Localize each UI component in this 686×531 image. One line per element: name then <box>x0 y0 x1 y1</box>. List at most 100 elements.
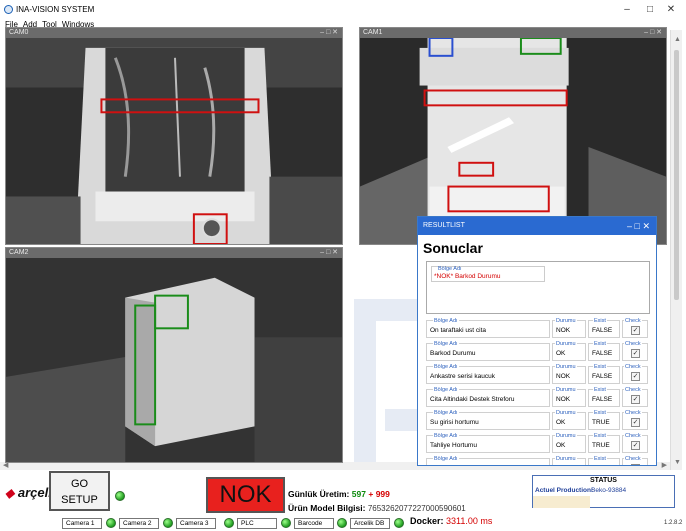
result-row[interactable]: Bölge Adı Su girisi hortumu Durumu OK Exist T… <box>426 409 650 432</box>
state-value: NOK <box>556 373 571 380</box>
app-icon <box>4 5 13 14</box>
result-exist-field: Exist FALSE <box>588 387 620 407</box>
check-checkbox[interactable]: ✓ <box>631 349 640 358</box>
result-check-field: Check ✓ <box>622 433 648 453</box>
result-region-field: Bölge Adı Tahliye Hortumu <box>426 433 550 453</box>
camera-window-cam2[interactable]: CAM2 – □ ✕ <box>5 247 343 463</box>
status-title: STATUS <box>590 477 617 484</box>
cam1-title: CAM1 <box>360 28 666 38</box>
result-state-field: Durumu NOK <box>552 364 586 384</box>
check-caption: Check <box>624 433 642 439</box>
exist-value: TRUE <box>592 442 610 449</box>
exist-caption: Exist <box>593 341 607 347</box>
scroll-right-icon[interactable]: ▶ <box>662 461 667 469</box>
state-value: NOK <box>556 396 571 403</box>
arcelik-db-status-led-icon <box>394 518 404 528</box>
region-value: Su girisi hortumu <box>430 419 479 426</box>
result-region-field: Bölge Adı Ankastre serisi kaucuk <box>426 364 550 384</box>
region-value: On taraftaki ust cita <box>430 327 486 334</box>
daily-nok-count: 999 <box>375 489 390 499</box>
scroll-thumb[interactable] <box>674 50 679 300</box>
status-bar-fill <box>533 496 590 508</box>
result-state-field: Durumu OK <box>552 410 586 430</box>
result-check-field: Check ✓ <box>622 318 648 338</box>
result-check-field: Check ✓ <box>622 387 648 407</box>
state-value: NOK <box>556 327 571 334</box>
cam1-window-controls[interactable]: – □ ✕ <box>644 28 662 38</box>
state-value: OK <box>556 350 566 357</box>
region-caption: Bölge Adı <box>433 410 459 416</box>
region-caption: Bölge Adı <box>433 341 459 347</box>
check-checkbox[interactable]: ✓ <box>631 441 640 450</box>
result-row[interactable]: Bölge Adı Tahliye Hortumu Durumu OK Exist TRU… <box>426 432 650 455</box>
docker-value: 3311.00 ms <box>446 516 493 526</box>
version-label: 1.2.8.2 <box>664 520 683 526</box>
check-caption: Check <box>624 364 642 370</box>
result-row[interactable]: Bölge AdıArka taraftaki ust citaDurumuNO… <box>426 455 650 465</box>
result-list-window[interactable]: RESULTLIST – □ ✕ Sonuclar Bölge Adı *NOK… <box>417 216 657 466</box>
selected-result-value: *NOK* Barkod Durumu <box>434 273 501 280</box>
state-caption: Durumu <box>555 364 577 370</box>
arcelik-mark-icon: ◆ <box>5 486 15 500</box>
selected-result-panel: Bölge Adı *NOK* Barkod Durumu <box>426 261 650 314</box>
state-caption: Durumu <box>555 410 577 416</box>
workspace-vertical-scrollbar[interactable]: ▲ ▼ <box>670 30 682 470</box>
check-caption: Check <box>624 387 642 393</box>
check-checkbox[interactable]: ✓ <box>631 326 640 335</box>
exist-value: FALSE <box>592 350 613 357</box>
setup-label: SETUP <box>61 494 98 506</box>
scroll-down-icon[interactable]: ▼ <box>674 459 681 466</box>
result-row[interactable]: Bölge Adı Ankastre serisi kaucuk Durumu NOK… <box>426 363 650 386</box>
result-check-field: Check ✓ <box>622 410 648 430</box>
go-status-led-icon <box>115 491 125 501</box>
state-caption: Durumu <box>555 387 577 393</box>
result-row[interactable]: Bölge Adı Barkod Durumu Durumu OK Exist FALSE… <box>426 340 650 363</box>
camera-window-cam0[interactable]: CAM0 – □ ✕ <box>5 27 343 245</box>
camera-2-status-led-icon <box>163 518 173 528</box>
result-region-field: Bölge Adı Barkod Durumu <box>426 341 550 361</box>
cam2-window-controls[interactable]: – □ ✕ <box>320 248 338 258</box>
results-list[interactable]: Bölge Adı On taraftaki ust cita Durumu NOK E… <box>426 317 650 465</box>
check-caption: Check <box>624 456 642 462</box>
cam2-title: CAM2 <box>6 248 342 258</box>
exist-value: FALSE <box>592 327 613 334</box>
title-bar: INA-VISION SYSTEM – □ ✕ <box>0 0 686 20</box>
check-checkbox[interactable]: ✓ <box>631 372 640 381</box>
exist-value: FALSE <box>592 396 613 403</box>
exist-caption: Exist <box>593 387 607 393</box>
check-checkbox[interactable]: ✓ <box>631 418 640 427</box>
selected-result-caption: Bölge Adı <box>438 266 462 272</box>
result-list-titlebar: RESULTLIST – □ ✕ <box>418 217 656 235</box>
state-value: OK <box>556 419 566 426</box>
exist-value: TRUE <box>592 419 610 426</box>
result-region-field: Bölge Adı Cita Altindaki Destek Streforu <box>426 387 550 407</box>
result-exist-field: Exist FALSE <box>588 341 620 361</box>
region-value: Ankastre serisi kaucuk <box>430 373 496 380</box>
maximize-button[interactable]: □ <box>643 3 657 17</box>
cam0-window-controls[interactable]: – □ ✕ <box>320 28 338 38</box>
check-checkbox[interactable]: ✓ <box>631 395 640 404</box>
state-caption: Durumu <box>555 456 577 462</box>
result-exist-field: Exist FALSE <box>588 364 620 384</box>
result-region-field: Bölge AdıArka taraftaki ust cita <box>426 456 550 465</box>
device-plc: PLC <box>237 518 277 529</box>
daily-production: Günlük Üretim: 597 + 999 <box>288 489 390 499</box>
docker-timing: Docker: 3311.00 ms <box>410 516 492 526</box>
close-button[interactable]: ✕ <box>664 3 678 17</box>
status-box: STATUS Actuel Production: Beko-93884 <box>532 475 675 508</box>
check-checkbox[interactable]: ✓ <box>631 464 640 465</box>
result-row[interactable]: Bölge Adı Cita Altindaki Destek Streforu D… <box>426 386 650 409</box>
daily-ok-count: 597 <box>351 489 366 499</box>
state-value: OK <box>556 442 566 449</box>
exist-caption: Exist <box>593 364 607 370</box>
scroll-up-icon[interactable]: ▲ <box>674 36 681 43</box>
camera-window-cam1[interactable]: CAM1 – □ ✕ <box>359 27 667 245</box>
result-row[interactable]: Bölge Adı On taraftaki ust cita Durumu NOK E… <box>426 317 650 340</box>
result-list-window-controls[interactable]: – □ ✕ <box>627 217 650 235</box>
cam0-title: CAM0 <box>6 28 342 38</box>
minimize-button[interactable]: – <box>620 3 634 17</box>
exist-value: FALSE <box>592 373 613 380</box>
exist-caption: Exist <box>593 433 607 439</box>
go-setup-button[interactable]: GO SETUP <box>49 471 110 511</box>
result-exist-field: Exist TRUE <box>588 410 620 430</box>
